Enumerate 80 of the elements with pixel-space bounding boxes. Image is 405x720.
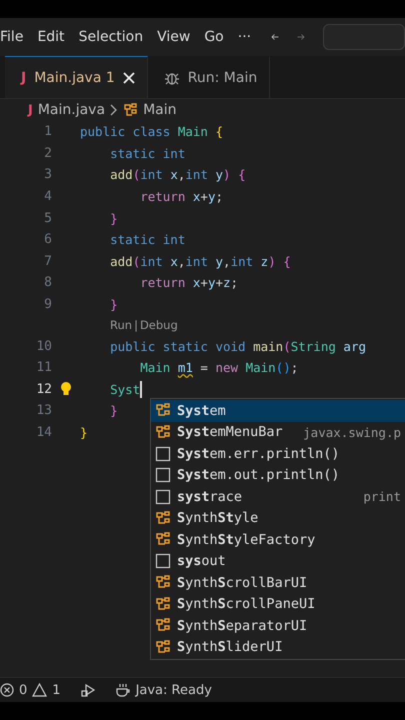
menu-item[interactable]: View — [157, 29, 190, 45]
error-icon[interactable] — [0, 683, 14, 697]
code-line: Syst — [109, 382, 140, 397]
suggestion-item[interactable]: System.err.println() — [151, 443, 405, 464]
line-number: 7 — [43, 254, 52, 269]
class-icon — [155, 596, 171, 612]
class-icon — [155, 618, 171, 634]
line-number: 5 — [43, 210, 52, 226]
line-number: 9 — [43, 297, 52, 312]
code-line: static int — [109, 146, 186, 161]
code-line: } — [109, 297, 118, 312]
code-line: public static void main(String arg — [109, 338, 366, 354]
chevron-icon — [110, 104, 118, 116]
class-icon — [155, 424, 171, 440]
text-cursor — [140, 380, 142, 398]
snippet-icon — [155, 467, 171, 484]
line-number: 8 — [43, 275, 52, 290]
code-line: } — [109, 210, 118, 226]
line-number: 12 — [35, 382, 52, 397]
line-number: 1 — [43, 124, 52, 140]
code-line: add(int x,int y,int z) { — [109, 254, 291, 269]
code-line: Main m1 = new Main(); — [139, 360, 298, 376]
code-line: public class Main { — [80, 124, 224, 140]
suggestion-item[interactable]: SynthStyle — [151, 508, 405, 529]
suggestion-item[interactable]: SynthSliderUI — [151, 636, 405, 658]
class-icon — [155, 532, 171, 548]
menu-item[interactable]: ··· — [238, 29, 252, 45]
run-link[interactable]: Run — [110, 318, 132, 332]
warning-icon[interactable] — [32, 683, 48, 697]
suggestion-item[interactable]: System.out.println() — [151, 464, 405, 486]
editor-tab[interactable]: J Main.java 1 — [5, 56, 148, 98]
snippet-icon — [155, 446, 171, 462]
snippet-icon — [155, 553, 171, 570]
menu-item[interactable]: Selection — [78, 29, 144, 45]
line-number: 13 — [35, 403, 52, 418]
suggestion-item[interactable]: SynthScrollBarUI — [151, 572, 405, 594]
coffee-cup-icon[interactable] — [114, 682, 131, 698]
suggestion-item[interactable]: SystemMenuBar javax.swing.p — [151, 422, 405, 443]
line-number: 6 — [43, 232, 52, 248]
debug-link[interactable]: Debug — [140, 318, 178, 332]
language-status[interactable]: Java: Ready — [136, 682, 212, 698]
warning-count[interactable]: 1 — [52, 682, 61, 698]
class-icon — [155, 575, 171, 590]
java-file-icon: J — [28, 102, 33, 118]
search-field[interactable] — [322, 24, 405, 50]
line-number: 11 — [35, 360, 52, 376]
class-icon — [155, 510, 171, 526]
editor-tab[interactable]: Run: Main — [148, 56, 270, 98]
suggestion-item[interactable]: SynthStyleFactory — [151, 529, 405, 550]
class-icon — [123, 103, 138, 117]
line-number: 3 — [43, 167, 52, 182]
breadcrumb-item[interactable]: Main — [143, 102, 176, 118]
menu-item[interactable]: Go — [204, 29, 224, 45]
lightbulb-icon[interactable] — [59, 381, 73, 398]
code-line: } — [80, 425, 88, 440]
line-number: 4 — [43, 189, 52, 204]
suggestion-item[interactable]: SynthScrollPaneUI — [151, 594, 405, 615]
suggestion-item[interactable]: System — [151, 400, 405, 422]
java-file-icon: J — [21, 70, 26, 86]
line-number: 14 — [35, 425, 52, 440]
line-number: 10 — [35, 338, 52, 354]
suggestion-item[interactable]: sysout — [151, 550, 405, 572]
code-line: } — [109, 403, 118, 418]
error-count[interactable]: 0 — [19, 682, 28, 698]
code-line: static int — [109, 232, 186, 248]
class-icon — [155, 640, 171, 655]
suggestion-item[interactable]: SynthSeparatorUI — [151, 615, 405, 636]
snippet-icon — [155, 488, 171, 505]
suggestion-item[interactable]: systrace print — [151, 486, 405, 508]
menu-item[interactable]: Edit — [37, 29, 65, 45]
separator: | — [134, 318, 138, 332]
debug-run-icon[interactable] — [80, 682, 96, 698]
code-line: return x+y+z; — [139, 275, 238, 290]
menu-item[interactable]: File — [0, 29, 24, 45]
breadcrumb-item[interactable]: Main.java — [38, 102, 106, 118]
close-icon[interactable] — [122, 72, 135, 84]
line-number: 2 — [43, 146, 52, 161]
class-icon — [155, 403, 171, 418]
code-line: add(int x,int y) { — [109, 167, 246, 182]
code-line: return x+y; — [139, 189, 224, 204]
